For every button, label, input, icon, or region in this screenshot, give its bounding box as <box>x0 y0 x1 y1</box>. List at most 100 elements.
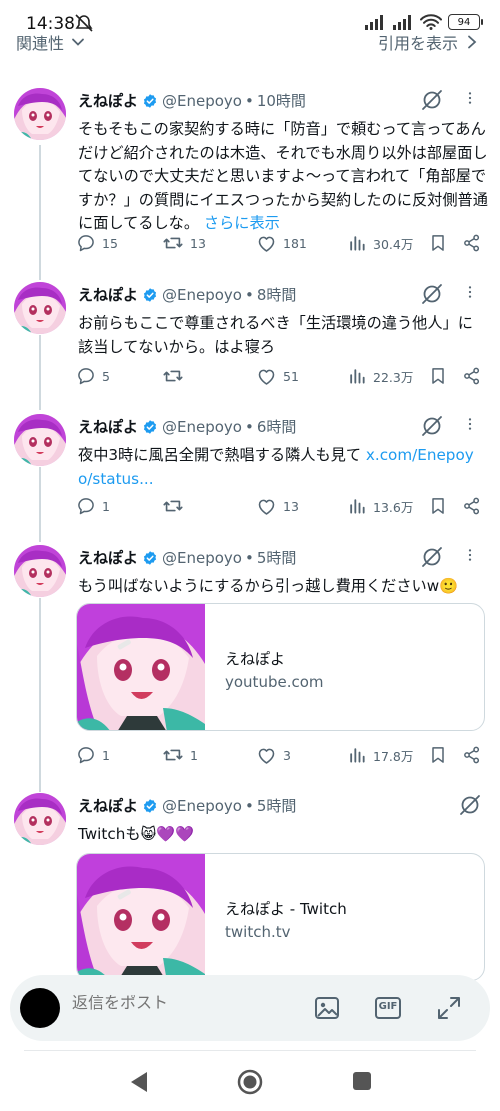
reply-button[interactable]: 15 <box>76 233 118 253</box>
my-avatar[interactable] <box>20 988 60 1028</box>
more-icon[interactable] <box>466 416 482 440</box>
more-icon[interactable] <box>466 547 482 571</box>
bookmark-button[interactable] <box>428 366 448 386</box>
link-card[interactable]: えねぽよ - Twitch twitch.tv <box>76 853 485 981</box>
tweet[interactable]: えねぽよ @Enepoyo • 5時間 Twitchも😸💜💜 えねぽよ - Tw… <box>0 793 500 981</box>
back-button[interactable] <box>128 1070 150 1098</box>
grok-icon[interactable] <box>458 793 482 821</box>
home-button[interactable] <box>236 1068 264 1100</box>
view-quotes-button[interactable]: 引用を表示 <box>378 30 478 54</box>
tweet-text: お前らもここで尊重されるべき「生活環境の違う他人」に該当してないから。はよ寝ろ <box>78 314 473 356</box>
display-name[interactable]: えねぽよ <box>78 90 138 111</box>
separator-dot: • <box>244 796 254 815</box>
share-button[interactable] <box>462 366 482 386</box>
views-icon <box>347 366 367 386</box>
like-button[interactable]: 3 <box>256 745 291 766</box>
separator-dot: • <box>244 417 254 436</box>
tweet[interactable]: えねぽよ @Enepoyo • 5時間 もう叫ばないようにするから引っ越し費用く… <box>0 545 500 785</box>
tweet[interactable]: えねぽよ @Enepoyo • 10時間 そもそもこの家契約する時に「防音」で頼… <box>0 88 500 278</box>
handle[interactable]: @Enepoyo <box>162 418 242 436</box>
share-button[interactable] <box>462 233 482 253</box>
bookmark-button[interactable] <box>428 496 448 516</box>
tweet-text: そもそもこの家契約する時に「防音」で頼むって言ってあんだけど紹介されたのは木造、… <box>78 118 488 236</box>
retweet-button[interactable]: 1 <box>162 744 198 766</box>
grok-icon[interactable] <box>420 88 444 116</box>
avatar[interactable] <box>14 414 66 466</box>
display-name[interactable]: えねぽよ <box>78 416 138 437</box>
display-name[interactable]: えねぽよ <box>78 795 138 816</box>
timestamp[interactable]: 5時間 <box>257 547 297 568</box>
more-icon[interactable] <box>466 90 482 114</box>
display-name[interactable]: えねぽよ <box>78 547 138 568</box>
timestamp[interactable]: 10時間 <box>257 90 306 111</box>
timestamp[interactable]: 6時間 <box>257 416 297 437</box>
reply-count: 1 <box>102 747 110 763</box>
tweet[interactable]: えねぽよ @Enepoyo • 6時間 夜中3時に風呂全開で熱唱する隣人も見て … <box>0 414 500 524</box>
retweet-button[interactable] <box>162 495 184 517</box>
retweet-button[interactable]: 13 <box>162 232 206 254</box>
like-count: 3 <box>283 747 291 763</box>
views-button[interactable]: 22.3万 <box>347 366 413 386</box>
chevron-down-icon <box>72 38 84 46</box>
like-icon <box>256 496 277 517</box>
tweet-header: えねぽよ @Enepoyo • 5時間 <box>78 547 296 568</box>
tweet-top-icons <box>420 414 482 442</box>
like-button[interactable]: 13 <box>256 496 299 517</box>
retweet-icon <box>162 232 184 254</box>
views-icon <box>347 233 367 253</box>
show-more-link[interactable]: さらに表示 <box>204 214 280 232</box>
views-button[interactable]: 30.4万 <box>347 233 413 253</box>
handle[interactable]: @Enepoyo <box>162 92 242 110</box>
tweet-text: Twitchも😸💜💜 <box>78 825 195 843</box>
card-domain: twitch.tv <box>225 923 291 941</box>
tweet[interactable]: えねぽよ @Enepoyo • 8時間 お前らもここで尊重されるべき「生活環境の… <box>0 282 500 392</box>
retweet-button[interactable] <box>162 365 184 387</box>
reply-icon <box>76 366 96 386</box>
bookmark-button[interactable] <box>428 233 448 253</box>
sort-dropdown[interactable]: 関連性 <box>16 30 86 54</box>
retweet-icon <box>162 495 184 517</box>
tweet-top-icons <box>420 282 482 310</box>
status-bar: 14:38 94 <box>0 0 500 34</box>
timestamp[interactable]: 8時間 <box>257 284 297 305</box>
views-button[interactable]: 17.8万 <box>347 745 413 765</box>
link-card[interactable]: えねぽよ youtube.com <box>76 603 485 731</box>
sort-label: 関連性 <box>16 34 65 53</box>
reply-input[interactable] <box>72 995 272 1013</box>
home-icon <box>237 1069 263 1095</box>
card-thumbnail <box>77 854 205 981</box>
views-button[interactable]: 13.6万 <box>347 496 413 516</box>
avatar[interactable] <box>14 793 66 845</box>
share-button[interactable] <box>462 745 482 765</box>
view-count: 13.6万 <box>373 499 414 515</box>
like-button[interactable]: 51 <box>256 366 299 387</box>
reply-button[interactable]: 1 <box>76 496 110 516</box>
more-icon[interactable] <box>466 284 482 308</box>
grok-icon[interactable] <box>420 545 444 573</box>
timestamp[interactable]: 5時間 <box>257 795 297 816</box>
share-button[interactable] <box>462 496 482 516</box>
grok-icon[interactable] <box>420 282 444 310</box>
signal-icon-2 <box>393 15 411 30</box>
bookmark-button[interactable] <box>428 745 448 765</box>
recents-button[interactable] <box>352 1071 372 1095</box>
reply-button[interactable]: 1 <box>76 745 110 765</box>
avatar[interactable] <box>14 88 66 140</box>
signal-icon <box>365 15 383 30</box>
like-button[interactable]: 181 <box>256 233 307 254</box>
bookmark-icon <box>428 745 448 765</box>
expand-button[interactable] <box>435 994 463 1026</box>
image-button[interactable] <box>313 994 341 1026</box>
avatar[interactable] <box>14 545 66 597</box>
reply-button[interactable]: 5 <box>76 366 110 386</box>
tweet-actions: 1 13 13.6万 <box>76 494 486 518</box>
gif-button[interactable]: GIF <box>374 994 402 1026</box>
handle[interactable]: @Enepoyo <box>162 549 242 567</box>
display-name[interactable]: えねぽよ <box>78 284 138 305</box>
avatar[interactable] <box>14 282 66 334</box>
reply-count: 5 <box>102 368 110 384</box>
battery-level: 94 <box>457 16 471 28</box>
handle[interactable]: @Enepoyo <box>162 797 242 815</box>
grok-icon[interactable] <box>420 414 444 442</box>
handle[interactable]: @Enepoyo <box>162 286 242 304</box>
